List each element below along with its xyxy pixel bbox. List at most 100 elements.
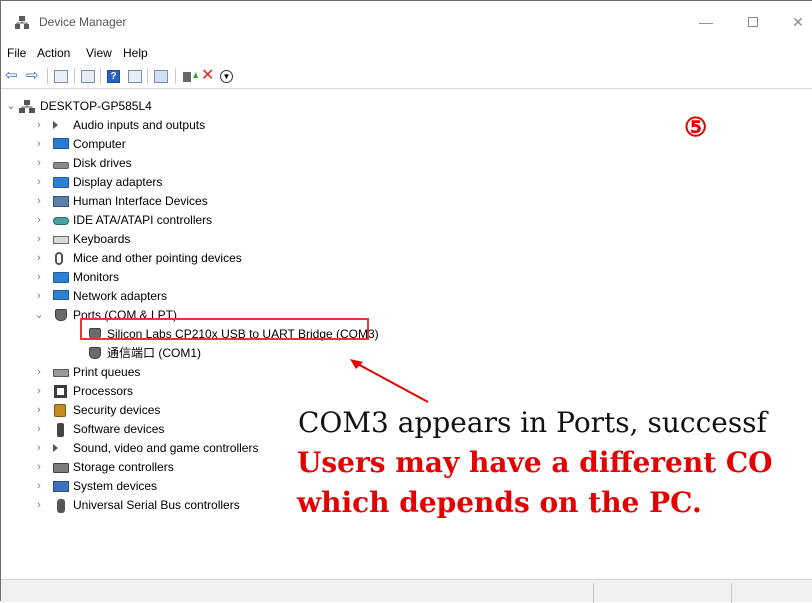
chevron-right-icon[interactable]: › (33, 211, 45, 230)
back-icon[interactable]: ⇦ (5, 68, 21, 84)
tree-item-print-queues[interactable]: › Print queues (1, 363, 301, 382)
tree-item-sound[interactable]: › Sound, video and game controllers (1, 439, 301, 458)
maximize-button[interactable] (738, 11, 768, 33)
chevron-right-icon[interactable]: › (33, 135, 45, 154)
tree-item-label: Print queues (73, 365, 141, 379)
tree-item-label: Computer (73, 137, 126, 151)
forward-icon[interactable]: ⇨ (26, 68, 42, 84)
tree-item-label: Network adapters (73, 289, 168, 303)
help-icon[interactable]: ? (107, 70, 120, 83)
tree-root[interactable]: ⌄ DESKTOP-GP585L4 (1, 97, 301, 116)
display-icon (53, 177, 69, 188)
network-icon (53, 290, 69, 300)
status-divider (593, 583, 594, 603)
scan-hardware-icon[interactable] (154, 70, 168, 83)
tree-item-display-adapters[interactable]: › Display adapters (1, 173, 301, 192)
tree-item-label: Keyboards (73, 232, 131, 246)
tree-item-disk-drives[interactable]: › Disk drives (1, 154, 301, 173)
tree-item-security[interactable]: › Security devices (1, 401, 301, 420)
window-title: Device Manager (39, 15, 127, 29)
tree-item-storage[interactable]: › Storage controllers (1, 458, 301, 477)
status-divider (731, 583, 732, 603)
device-manager-window: Device Manager — ✕ File Action View Help… (0, 0, 812, 603)
chevron-right-icon[interactable]: › (33, 116, 45, 135)
tree-item-processors[interactable]: › Processors (1, 382, 301, 401)
annotation-warning: Users may have a different CO (297, 446, 773, 479)
storage-icon (53, 463, 69, 473)
menu-file[interactable]: File (7, 46, 26, 60)
tree-item-mice[interactable]: › Mice and other pointing devices (1, 249, 301, 268)
chevron-right-icon[interactable]: › (33, 173, 45, 192)
show-hidden-icon[interactable] (128, 70, 142, 83)
title-bar: Device Manager — ✕ (1, 1, 812, 41)
tree-item-keyboards[interactable]: › Keyboards (1, 230, 301, 249)
chevron-right-icon[interactable]: › (33, 477, 45, 496)
menu-help[interactable]: Help (123, 46, 148, 60)
status-bar (1, 579, 812, 603)
annotation-text: COM3 appears in Ports, successf (298, 406, 767, 439)
tree-item-hid[interactable]: › Human Interface Devices (1, 192, 301, 211)
tree-item-label: Disk drives (73, 156, 132, 170)
tree-item-network[interactable]: › Network adapters (1, 287, 301, 306)
security-icon (54, 404, 66, 417)
tree-item-label: Human Interface Devices (73, 194, 208, 208)
minimize-button[interactable]: — (691, 11, 721, 33)
disable-device-icon[interactable]: ▼ (220, 70, 233, 83)
tree-item-ide[interactable]: › IDE ATA/ATAPI controllers (1, 211, 301, 230)
port-icon (55, 309, 67, 321)
tree-item-computer[interactable]: › Computer (1, 135, 301, 154)
tree-item-label: System devices (73, 479, 158, 493)
tree-item-software[interactable]: › Software devices (1, 420, 301, 439)
printer-icon (53, 369, 69, 377)
properties-icon[interactable] (54, 70, 68, 83)
toolbar-separator (147, 68, 148, 84)
tree-item-system[interactable]: › System devices (1, 477, 301, 496)
close-button[interactable]: ✕ (783, 11, 812, 33)
tree-item-label: Security devices (73, 403, 161, 417)
tree-item-usb[interactable]: › Universal Serial Bus controllers (1, 496, 301, 515)
tree-item-com1[interactable]: 通信端口 (COM1) (1, 344, 301, 363)
menu-view[interactable]: View (86, 46, 112, 60)
chevron-down-icon[interactable]: ⌄ (5, 97, 17, 116)
annotation-warning: which depends on the PC. (297, 486, 702, 519)
tree-item-label: Audio inputs and outputs (73, 118, 206, 132)
tree-item-label: Universal Serial Bus controllers (73, 498, 240, 512)
annotation-arrow-icon (350, 359, 429, 403)
uninstall-icon[interactable]: ✕ (201, 68, 217, 84)
tree-item-label: IDE ATA/ATAPI controllers (73, 213, 213, 227)
view-icon[interactable] (81, 70, 95, 83)
chevron-down-icon[interactable]: ⌄ (33, 306, 45, 325)
menu-action[interactable]: Action (37, 46, 70, 60)
chevron-right-icon[interactable]: › (33, 439, 45, 458)
tree-root-label: DESKTOP-GP585L4 (40, 99, 152, 113)
chevron-right-icon[interactable]: › (33, 192, 45, 211)
toolbar-separator (74, 68, 75, 84)
chevron-right-icon[interactable]: › (33, 268, 45, 287)
system-icon (53, 481, 69, 492)
processor-icon (54, 385, 67, 398)
chevron-right-icon[interactable]: › (33, 230, 45, 249)
chevron-right-icon[interactable]: › (33, 401, 45, 420)
update-driver-icon[interactable] (182, 68, 198, 84)
tree-item-monitors[interactable]: › Monitors (1, 268, 301, 287)
sound-icon (53, 444, 58, 452)
computer-network-icon (19, 100, 35, 113)
tree-item-label: 通信端口 (COM1) (107, 346, 201, 360)
chevron-right-icon[interactable]: › (33, 287, 45, 306)
highlight-box (80, 318, 369, 340)
chevron-right-icon[interactable]: › (33, 249, 45, 268)
hid-icon (53, 196, 69, 207)
chevron-right-icon[interactable]: › (33, 496, 45, 515)
chevron-right-icon[interactable]: › (33, 363, 45, 382)
toolbar: ⇦ ⇨ ? ✕ ▼ (1, 64, 812, 89)
tree-item-label: Sound, video and game controllers (73, 441, 259, 455)
tree-item-audio[interactable]: › Audio inputs and outputs (1, 116, 301, 135)
chevron-right-icon[interactable]: › (33, 458, 45, 477)
monitor-icon (53, 272, 69, 283)
chevron-right-icon[interactable]: › (33, 420, 45, 439)
tree-item-label: Software devices (73, 422, 165, 436)
chevron-right-icon[interactable]: › (33, 382, 45, 401)
chevron-right-icon[interactable]: › (33, 154, 45, 173)
computer-icon (53, 138, 69, 149)
keyboard-icon (53, 236, 69, 244)
